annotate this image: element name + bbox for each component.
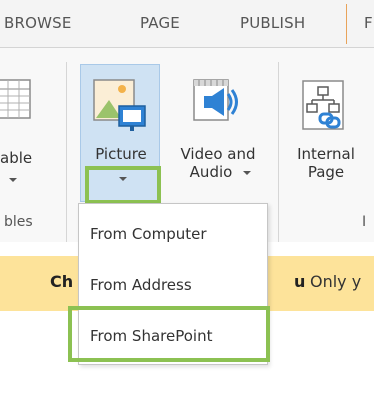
video-audio-icon <box>193 79 238 121</box>
internal-page-label-line2[interactable]: Page <box>288 164 364 180</box>
tab-publish[interactable]: PUBLISH <box>240 0 305 48</box>
video-audio-label-line2[interactable]: Audio <box>183 164 239 180</box>
picture-button-label[interactable]: Picture <box>83 146 159 162</box>
group-footer-tables: bles <box>4 214 33 230</box>
notice-title-tail: u <box>294 272 306 291</box>
video-audio-dropdown-caret[interactable] <box>243 171 251 175</box>
internal-page-link-icon <box>302 80 344 130</box>
table-dropdown-caret[interactable] <box>9 178 17 182</box>
tab-format-partial[interactable]: F <box>364 0 373 48</box>
menu-item-from-address[interactable]: From Address <box>79 261 267 309</box>
from-sharepoint-highlight <box>68 306 270 362</box>
picture-dropdown-caret[interactable] <box>119 177 127 181</box>
tab-page[interactable]: PAGE <box>140 0 180 48</box>
notice-title: Ch <box>50 272 74 291</box>
table-icon <box>0 79 31 119</box>
tab-divider <box>346 4 347 44</box>
menu-item-from-computer[interactable]: From Computer <box>79 210 267 258</box>
tab-browse[interactable]: BROWSE <box>4 0 72 48</box>
internal-page-button[interactable] <box>300 78 350 134</box>
picture-icon <box>92 78 152 138</box>
group-separator <box>278 62 279 242</box>
table-button[interactable] <box>0 74 40 122</box>
picture-dropdown-highlight <box>85 166 161 204</box>
video-audio-label-line1[interactable]: Video and <box>170 146 266 162</box>
notice-message: Only y <box>310 272 362 291</box>
video-audio-button[interactable] <box>190 76 244 134</box>
table-button-label[interactable]: able <box>0 150 44 166</box>
internal-page-label-line1[interactable]: Internal <box>288 146 364 162</box>
ribbon-tab-bar: BROWSE PAGE PUBLISH F <box>0 0 374 48</box>
group-separator <box>66 62 67 242</box>
group-footer-links: I <box>362 214 367 230</box>
